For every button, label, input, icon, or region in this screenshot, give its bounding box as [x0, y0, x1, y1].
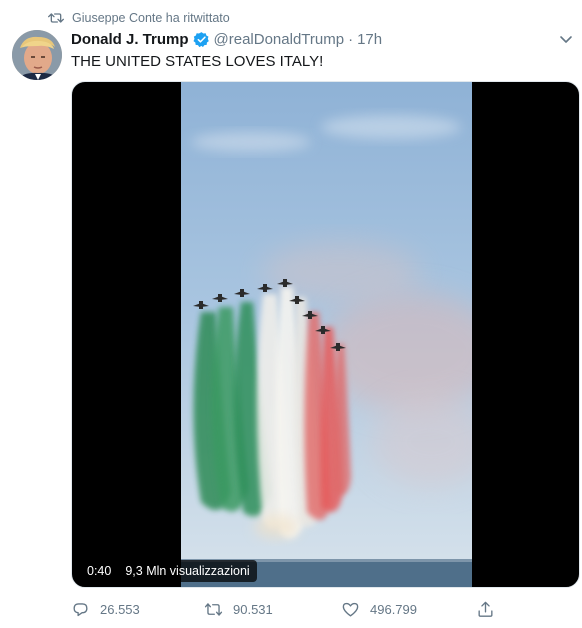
retweet-icon [48, 13, 64, 23]
tweet-text: THE UNITED STATES LOVES ITALY! [71, 53, 324, 70]
reply-count: 26.553 [100, 601, 140, 617]
retweet-count: 90.531 [233, 601, 273, 617]
avatar[interactable] [12, 30, 62, 80]
author-handle[interactable]: @realDonaldTrump [214, 31, 345, 48]
heart-icon [342, 602, 359, 617]
tweet-header: Donald J. Trump @realDonaldTrump · 17h [71, 31, 382, 48]
chevron-down-icon[interactable] [558, 33, 574, 47]
video-duration: 0:40 [87, 564, 112, 578]
video-thumbnail [181, 82, 472, 587]
tweet-timestamp[interactable]: 17h [357, 31, 382, 48]
author-name[interactable]: Donald J. Trump [71, 31, 189, 48]
share-icon [478, 601, 493, 617]
like-count: 496.799 [370, 601, 417, 617]
share-button[interactable] [476, 600, 505, 619]
video-player[interactable]: 0:40 9,3 Mln visualizzazioni [71, 81, 580, 588]
retweet-context: Giuseppe Conte ha ritwittato [48, 9, 230, 27]
video-frame [181, 82, 472, 587]
tweet[interactable]: Giuseppe Conte ha ritwittato Donald J. T… [0, 0, 582, 628]
retweet-icon [204, 602, 223, 616]
header-separator: · [348, 31, 354, 48]
verified-badge-icon [193, 32, 209, 48]
reply-button[interactable]: 26.553 [71, 600, 140, 619]
retweet-context-text[interactable]: Giuseppe Conte ha ritwittato [72, 11, 230, 25]
retweet-button[interactable]: 90.531 [204, 600, 273, 619]
video-views: 9,3 Mln visualizzazioni [125, 564, 250, 578]
like-button[interactable]: 496.799 [341, 600, 417, 619]
reply-icon [73, 602, 88, 616]
tweet-actions: 26.553 90.531 496.799 [71, 598, 511, 620]
video-info-badge: 0:40 9,3 Mln visualizzazioni [80, 560, 257, 582]
avatar-image [12, 30, 62, 80]
